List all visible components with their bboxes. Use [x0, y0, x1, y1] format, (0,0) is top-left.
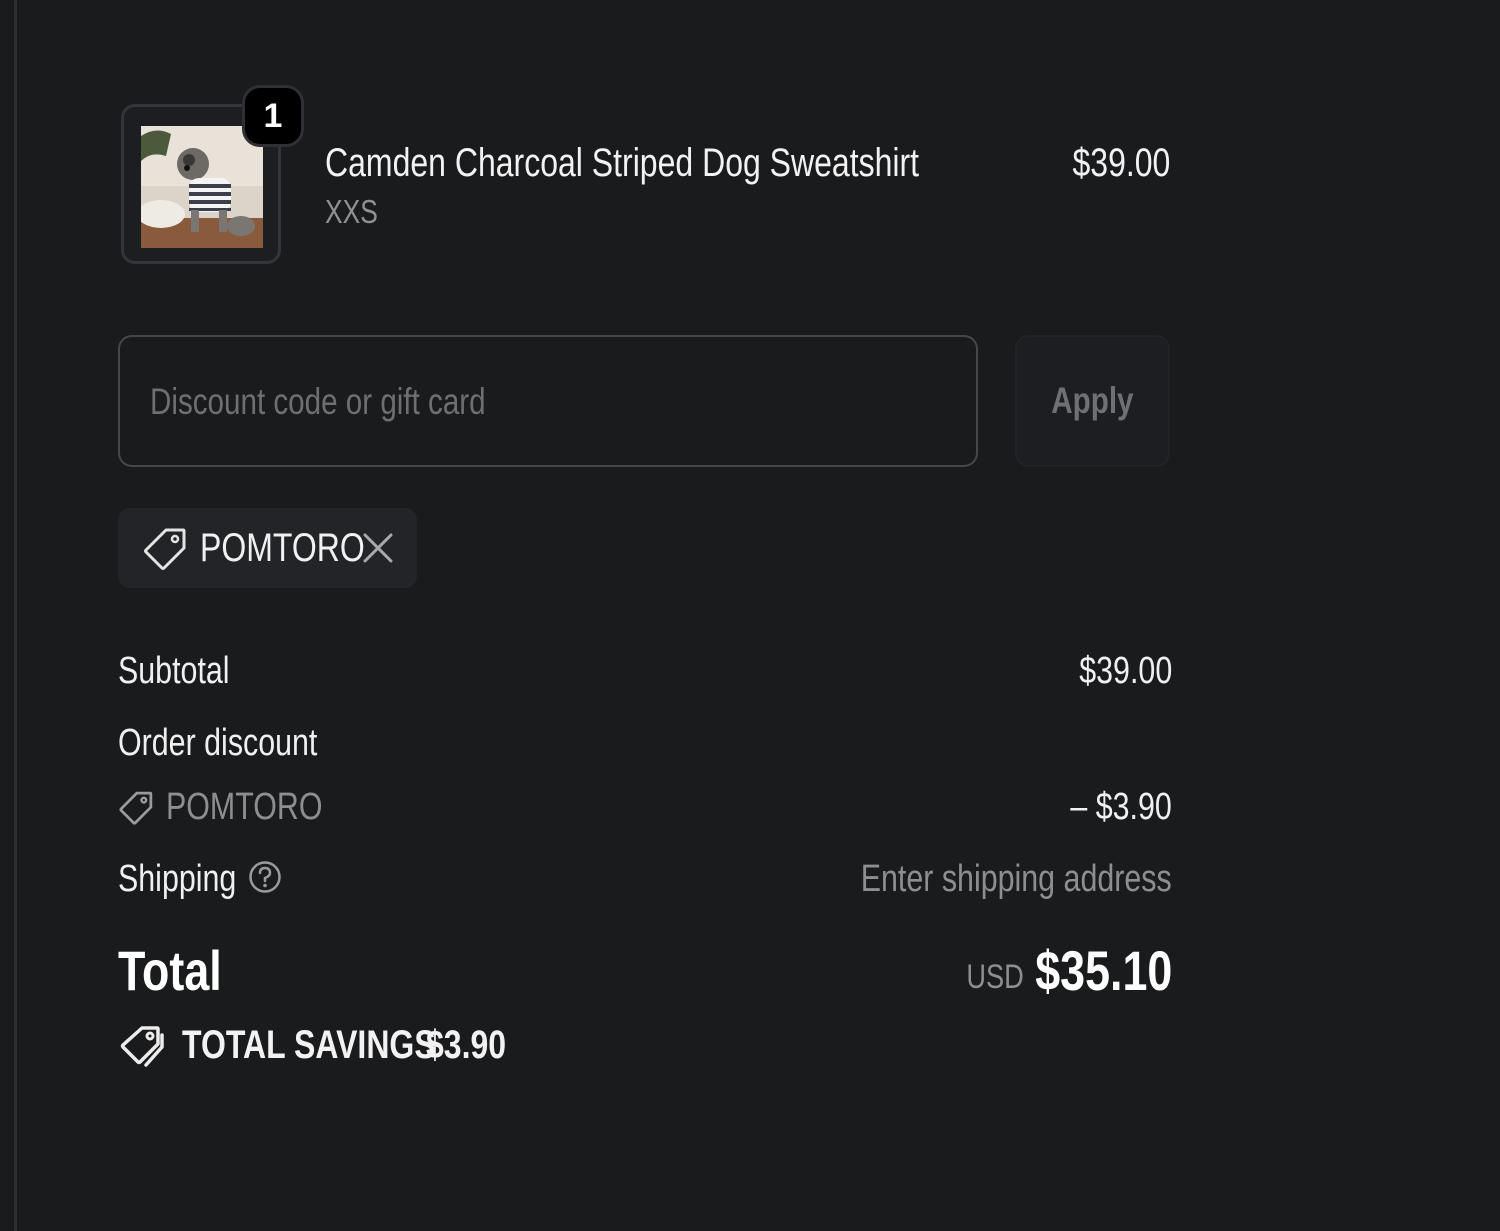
apply-button-label: Apply: [1051, 380, 1134, 421]
order-discount-row: Order discount: [118, 722, 1172, 786]
total-savings-amount-text: $3.90: [426, 1023, 507, 1067]
page-divider: [14, 0, 17, 1231]
shipping-value-text: Enter shipping address: [861, 858, 1172, 900]
apply-button[interactable]: Apply: [1015, 335, 1170, 467]
subtotal-value-text: $39.00: [1079, 650, 1172, 692]
subtotal-label: Subtotal: [118, 650, 257, 693]
cart-line-item: 1 Camden Charcoal Striped Dog Sweatshirt…: [118, 85, 1172, 270]
order-discount-code: POMTORO: [166, 786, 362, 829]
total-amount: $35.10: [1001, 938, 1172, 1003]
shipping-label-text: Shipping: [118, 858, 237, 900]
total-label-text: Total: [118, 939, 222, 1002]
discount-code-input[interactable]: Discount code or gift card: [118, 335, 978, 467]
order-discount-value: – $3.90: [1045, 786, 1172, 829]
total-amount-text: $35.10: [1034, 939, 1172, 1002]
discount-code-placeholder: Discount code or gift card: [150, 381, 570, 423]
product-name: Camden Charcoal Striped Dog Sweatshirt: [325, 141, 1068, 186]
product-variant: XXS: [325, 193, 391, 231]
applied-discount-code-text: POMTORO: [200, 526, 365, 570]
total-row: Total USD $35.10: [118, 939, 1172, 1023]
shipping-label: Shipping: [118, 858, 266, 901]
help-icon[interactable]: [248, 860, 282, 894]
discount-form: Discount code or gift card Apply: [118, 335, 1172, 470]
total-savings-row: TOTAL SAVINGS $3.90: [118, 1023, 1172, 1093]
dog-sweatshirt-photo: [141, 126, 263, 248]
quantity-badge: 1: [242, 85, 304, 147]
shipping-value: Enter shipping address: [783, 858, 1172, 901]
order-discount-code-row: POMTORO – $3.90: [118, 786, 1172, 858]
total-label: Total: [118, 938, 248, 1003]
product-price: $39.00: [1048, 141, 1170, 186]
subtotal-row: Subtotal $39.00: [118, 650, 1172, 722]
subtotal-label-text: Subtotal: [118, 650, 230, 692]
product-variant-text: XXS: [325, 193, 378, 230]
order-discount-code-text: POMTORO: [166, 786, 323, 828]
product-name-text: Camden Charcoal Striped Dog Sweatshirt: [325, 141, 920, 185]
shipping-row: Shipping Enter shipping address: [118, 858, 1172, 943]
subtotal-value: $39.00: [1056, 650, 1172, 693]
order-summary: 1 Camden Charcoal Striped Dog Sweatshirt…: [118, 85, 1172, 1093]
total-savings-amount: $3.90: [426, 1023, 526, 1068]
tag-icon: [144, 528, 186, 570]
product-price-text: $39.00: [1072, 141, 1170, 185]
order-discount-value-text: – $3.90: [1070, 786, 1172, 828]
tag-icon: [119, 791, 153, 825]
total-savings-label-text: TOTAL SAVINGS: [182, 1023, 436, 1067]
order-discount-label-text: Order discount: [118, 722, 318, 764]
applied-discount-chip: POMTORO: [118, 508, 417, 588]
discount-placeholder-text: Discount code or gift card: [150, 381, 486, 422]
close-icon[interactable]: [360, 530, 396, 566]
order-discount-label: Order discount: [118, 722, 367, 765]
savings-tag-icon: [120, 1026, 164, 1067]
